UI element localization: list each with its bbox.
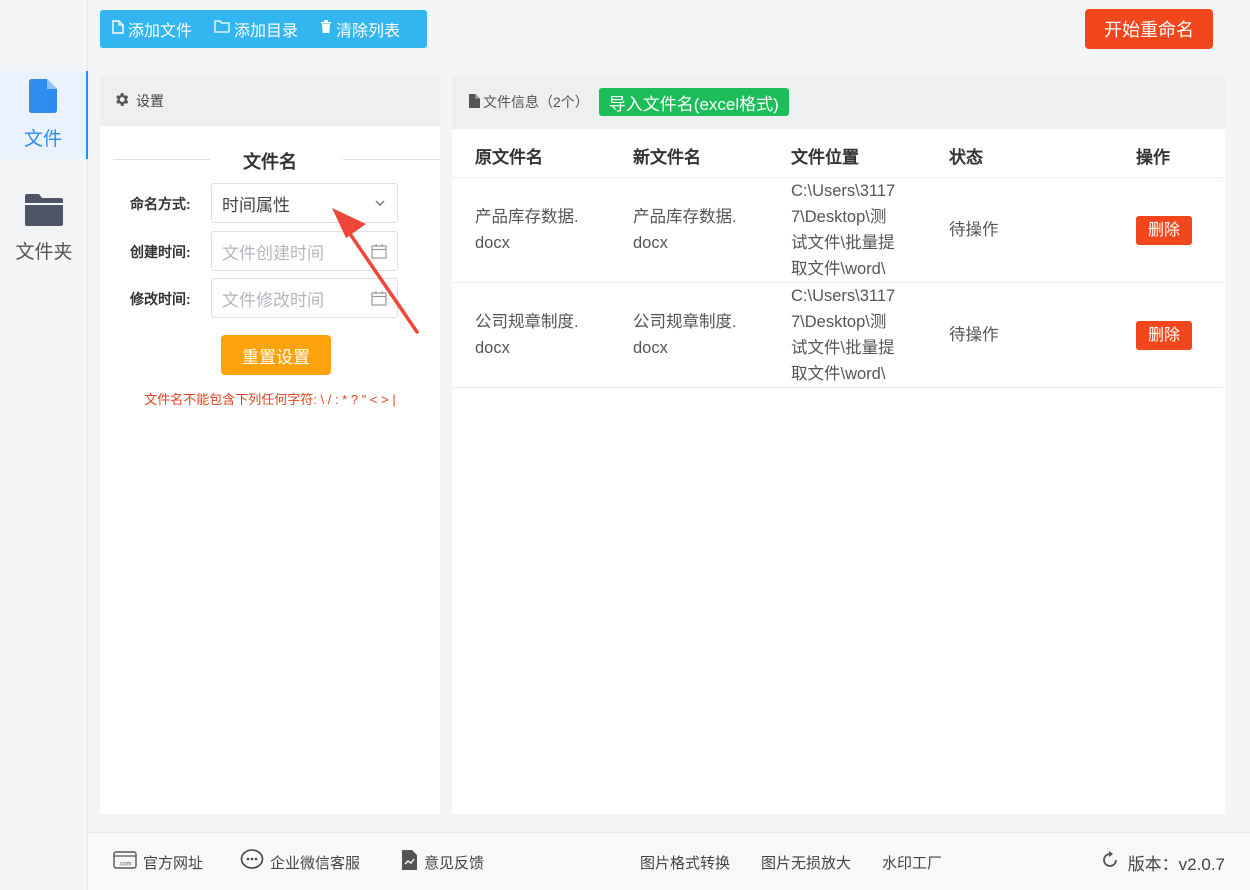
original-name-cell: 产品库存数据. docx [475,204,615,256]
status-cell: 待操作 [949,221,999,239]
settings-panel: 设置 文件名 命名方式: 时间属性 创建时间: 文件创建时间 修改时间: 文件修… [100,75,440,814]
feedback-label: 意见反馈 [424,854,485,872]
watermark-factory-link[interactable]: 水印工厂 [882,833,942,890]
add-directory-button[interactable]: 添加目录 [214,17,298,41]
top-toolbar: 添加文件 添加目录 清除列表 [100,10,427,48]
cell-line: 试文件\批量提 [791,339,895,357]
cell-line: 7\Desktop\测 [791,208,887,226]
new-name-cell: 公司规章制度. docx [633,309,773,361]
cell-line: 产品库存数据. [633,208,737,226]
file-list-panel: 文件信息（2个） 导入文件名(excel格式) 原文件名 新文件名 文件位置 状… [452,75,1225,814]
modified-time-label: 修改时间: [130,291,191,307]
clear-list-button[interactable]: 清除列表 [320,17,400,41]
cell-line: docx [475,339,510,357]
table-row: 产品库存数据. docx 产品库存数据. docx C:\Users\3117 … [452,178,1223,283]
col-new-name: 新文件名 [633,148,701,167]
document-icon [468,93,483,111]
wechat-label: 企业微信客服 [270,854,361,872]
nav-item-label: 文件 [23,129,62,150]
status-cell: 待操作 [949,326,999,344]
cell-line: C:\Users\3117 [791,287,896,305]
cell-line: docx [633,234,668,252]
refresh-icon [1100,850,1128,875]
created-time-placeholder: 文件创建时间 [222,243,324,263]
settings-header: 设置 [100,75,440,126]
website-label: 官方网址 [143,854,204,872]
table-header: 原文件名 新文件名 文件位置 状态 操作 [452,129,1223,178]
cell-line: docx [475,234,510,252]
trash-icon [320,19,336,39]
file-info-header: 文件信息（2个） 导入文件名(excel格式) [452,75,1225,129]
reset-settings-button[interactable]: 重置设置 [221,335,331,375]
footer-bar: .com 官方网址 企业微信客服 意见反馈 图片格式转换 图片无损放大 水印工厂… [88,832,1250,890]
image-format-convert-link[interactable]: 图片格式转换 [640,833,730,890]
filename-warning: 文件名不能包含下列任何字符: \ / : * ? " < > | [144,392,396,407]
modified-time-placeholder: 文件修改时间 [222,290,324,310]
new-name-cell: 产品库存数据. docx [633,204,773,256]
folder-icon [25,194,63,231]
add-file-label: 添加文件 [128,23,193,40]
cell-line: 取文件\word\ [791,260,886,278]
file-info-title: 文件信息（2个） [483,94,589,110]
delete-button[interactable]: 删除 [1136,216,1192,245]
nav-item-folder[interactable]: 文件夹 [0,185,88,273]
cell-line: 试文件\批量提 [791,234,895,252]
annotation-arrow [332,208,419,334]
app-window: 文件 文件夹 添加文件 添加目录 清除列表 开始重命名 设置 文件名 命名方式:… [0,0,1250,890]
official-website-link[interactable]: .com 官方网址 [113,833,203,890]
file-icon [29,79,57,118]
import-filenames-button[interactable]: 导入文件名(excel格式) [598,88,789,116]
cell-line: 公司规章制度. [633,313,737,331]
clear-list-label: 清除列表 [336,23,401,40]
col-status: 状态 [949,148,983,167]
naming-method-value: 时间属性 [222,195,290,215]
chat-bubble-icon [240,849,270,875]
section-title-text: 文件名 [243,152,297,172]
original-name-cell: 公司规章制度. docx [475,309,615,361]
cell-line: C:\Users\3117 [791,182,896,200]
version-label: 版本：v2.0.7 [1127,854,1225,874]
section-title: 文件名 [100,148,440,172]
gear-icon [113,91,136,111]
location-cell: C:\Users\3117 7\Desktop\测 试文件\批量提 取文件\wo… [791,283,916,387]
nav-item-label: 文件夹 [15,242,73,263]
settings-title: 设置 [136,92,164,109]
wechat-support-link[interactable]: 企业微信客服 [240,833,360,890]
cell-line: 7\Desktop\测 [791,313,887,331]
version-info[interactable]: 版本：v2.0.7 [1100,833,1225,890]
feedback-icon [400,849,424,875]
cell-line: 产品库存数据. [475,208,579,226]
table-row: 公司规章制度. docx 公司规章制度. docx C:\Users\3117 … [452,283,1223,388]
action-cell: 删除 [1136,321,1192,350]
add-file-button[interactable]: 添加文件 [112,17,192,41]
add-directory-label: 添加目录 [234,23,299,40]
action-cell: 删除 [1136,216,1192,245]
file-outline-icon [112,19,128,39]
delete-button[interactable]: 删除 [1136,321,1192,350]
col-location: 文件位置 [791,148,859,167]
col-original-name: 原文件名 [475,148,543,167]
left-nav: 文件 文件夹 [0,0,88,890]
created-time-label: 创建时间: [130,244,191,260]
nav-item-file[interactable]: 文件 [0,71,88,159]
image-upscale-link[interactable]: 图片无损放大 [761,833,851,890]
website-icon: .com [113,850,143,874]
col-action: 操作 [1136,148,1170,167]
naming-method-label: 命名方式: [130,196,191,212]
cell-line: 公司规章制度. [475,313,579,331]
location-cell: C:\Users\3117 7\Desktop\测 试文件\批量提 取文件\wo… [791,178,916,282]
svg-text:.com: .com [118,862,131,868]
start-rename-button[interactable]: 开始重命名 [1085,9,1213,49]
feedback-link[interactable]: 意见反馈 [400,833,484,890]
cell-line: 取文件\word\ [791,365,886,383]
cell-line: docx [633,339,668,357]
folder-outline-icon [214,20,234,38]
